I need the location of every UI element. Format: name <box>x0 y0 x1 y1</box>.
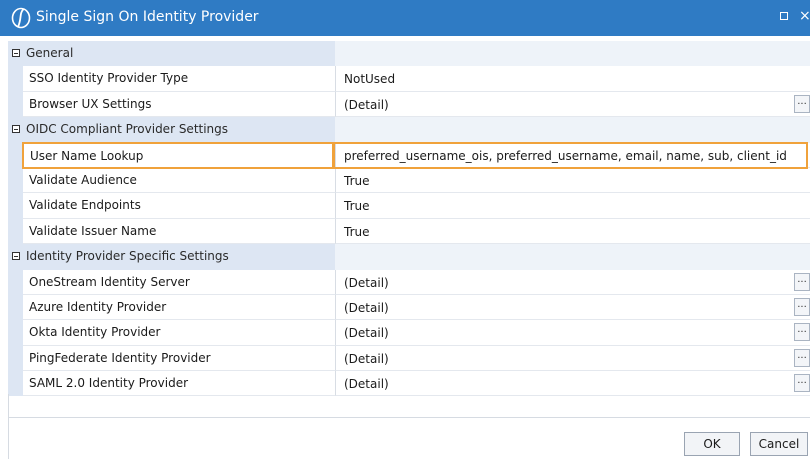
property-value: True <box>344 199 370 214</box>
property-row-azure-identity-provider[interactable]: Azure Identity Provider (Detail) ... <box>8 294 810 321</box>
category-general[interactable]: General <box>8 41 810 67</box>
window-title: Single Sign On Identity Provider <box>36 9 259 25</box>
property-value-cell[interactable]: (Detail) ... <box>335 91 810 118</box>
property-value: (Detail) <box>344 300 389 315</box>
property-row-user-name-lookup[interactable]: User Name Lookup preferred_username_ois,… <box>8 142 810 168</box>
detail-button[interactable]: ... <box>794 348 810 367</box>
property-value: (Detail) <box>344 97 389 112</box>
detail-button[interactable]: ... <box>794 94 810 113</box>
collapse-icon[interactable] <box>12 49 20 57</box>
property-value: True <box>344 173 370 188</box>
property-row-okta-identity-provider[interactable]: Okta Identity Provider (Detail) ... <box>8 320 810 346</box>
property-row-validate-audience[interactable]: Validate Audience True <box>8 167 810 194</box>
maximize-icon[interactable] <box>780 12 788 20</box>
property-value-cell[interactable]: (Detail) ... <box>335 371 810 397</box>
property-name: User Name Lookup <box>30 148 144 163</box>
property-value: (Detail) <box>344 275 389 290</box>
property-name: Browser UX Settings <box>29 96 152 111</box>
property-grid: General SSO Identity Provider Type NotUs… <box>8 41 810 397</box>
footer-divider <box>8 417 810 418</box>
property-value: NotUsed <box>344 72 396 87</box>
property-value-cell[interactable]: NotUsed <box>335 66 810 92</box>
ok-button[interactable]: OK <box>684 432 740 456</box>
property-row-saml-identity-provider[interactable]: SAML 2.0 Identity Provider (Detail) ... <box>8 371 810 397</box>
property-name: Okta Identity Provider <box>29 325 161 340</box>
property-value-cell[interactable]: (Detail) ... <box>335 269 810 295</box>
property-value: (Detail) <box>344 351 389 366</box>
close-icon[interactable]: × <box>799 8 810 24</box>
property-name: OneStream Identity Server <box>29 274 190 289</box>
property-value: preferred_username_ois, preferred_userna… <box>344 148 787 163</box>
category-label: Identity Provider Specific Settings <box>26 249 229 264</box>
property-name: Validate Issuer Name <box>29 223 157 238</box>
category-label: OIDC Compliant Provider Settings <box>26 122 229 137</box>
property-value-cell[interactable]: True <box>335 193 810 219</box>
property-value: True <box>344 224 370 239</box>
title-bar: Single Sign On Identity Provider × <box>0 0 810 36</box>
onestream-logo-icon <box>11 7 31 29</box>
property-name: SAML 2.0 Identity Provider <box>29 376 189 391</box>
property-row-validate-issuer-name[interactable]: Validate Issuer Name True <box>8 218 810 245</box>
category-identity-provider-specific-settings[interactable]: Identity Provider Specific Settings <box>8 244 810 270</box>
collapse-icon[interactable] <box>12 125 20 134</box>
category-oidc-compliant-provider-settings[interactable]: OIDC Compliant Provider Settings <box>8 117 810 143</box>
property-value-cell[interactable]: True <box>335 167 810 194</box>
category-label: General <box>26 46 74 60</box>
property-value-cell[interactable]: (Detail) ... <box>335 320 810 346</box>
detail-button[interactable]: ... <box>794 297 810 316</box>
property-row-onestream-identity-server[interactable]: OneStream Identity Server (Detail) ... <box>8 269 810 295</box>
property-row-validate-endpoints[interactable]: Validate Endpoints True <box>8 193 810 219</box>
property-value-cell[interactable]: (Detail) ... <box>335 294 810 321</box>
detail-button[interactable]: ... <box>794 374 810 393</box>
property-name: Azure Identity Provider <box>29 299 167 314</box>
property-value-cell[interactable]: True <box>335 218 810 245</box>
property-value: (Detail) <box>344 326 389 341</box>
property-name: Validate Endpoints <box>29 198 141 213</box>
property-name: SSO Identity Provider Type <box>29 71 189 86</box>
cancel-button[interactable]: Cancel <box>750 432 808 456</box>
property-row-browser-ux-settings[interactable]: Browser UX Settings (Detail) ... <box>8 91 810 118</box>
collapse-icon[interactable] <box>12 252 20 261</box>
detail-button[interactable]: ... <box>794 272 810 291</box>
property-value: (Detail) <box>344 377 389 392</box>
detail-button[interactable]: ... <box>794 323 810 342</box>
property-row-pingfederate-identity-provider[interactable]: PingFederate Identity Provider (Detail) … <box>8 345 810 372</box>
property-name: PingFederate Identity Provider <box>29 350 211 365</box>
user-name-lookup-input[interactable]: preferred_username_ois, preferred_userna… <box>335 142 810 168</box>
property-value-cell[interactable]: (Detail) ... <box>335 345 810 372</box>
property-name: Validate Audience <box>29 172 137 187</box>
property-row-sso-identity-provider-type[interactable]: SSO Identity Provider Type NotUsed <box>8 66 810 92</box>
